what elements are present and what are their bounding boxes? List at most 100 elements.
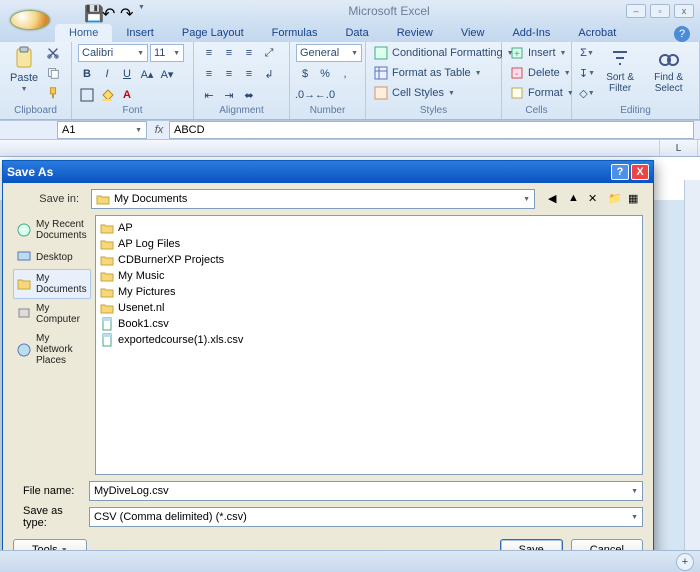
- delete-icon[interactable]: ✕: [587, 191, 603, 207]
- border-button[interactable]: [78, 86, 96, 104]
- find-select-button[interactable]: Find & Select: [644, 44, 693, 96]
- grow-font-button[interactable]: A▴: [138, 65, 156, 83]
- save-icon[interactable]: 💾: [84, 4, 98, 18]
- fill-button[interactable]: ↧▼: [578, 64, 596, 82]
- list-item[interactable]: My Pictures: [100, 284, 638, 300]
- copy-button[interactable]: [44, 64, 62, 82]
- delete-cells-button[interactable]: -Delete▼: [508, 64, 573, 82]
- font-size-combo[interactable]: 11▼: [150, 44, 184, 62]
- column-header[interactable]: L: [660, 140, 698, 156]
- folder-icon: [96, 192, 110, 206]
- app-title: Microsoft Excel: [152, 4, 626, 18]
- tab-insert[interactable]: Insert: [112, 24, 168, 42]
- back-icon[interactable]: ◀: [547, 191, 563, 207]
- redo-icon[interactable]: ↷: [120, 4, 134, 18]
- dialog-title-bar[interactable]: Save As ? X: [3, 161, 653, 183]
- font-color-button[interactable]: A: [118, 86, 136, 104]
- comma-button[interactable]: ,: [336, 65, 354, 83]
- list-item[interactable]: AP: [100, 220, 638, 236]
- tab-formulas[interactable]: Formulas: [258, 24, 332, 42]
- list-item[interactable]: Book1.csv: [100, 316, 638, 332]
- align-bottom-button[interactable]: ≡: [240, 44, 258, 62]
- office-button[interactable]: [10, 10, 50, 30]
- currency-button[interactable]: $: [296, 65, 314, 83]
- tab-acrobat[interactable]: Acrobat: [564, 24, 630, 42]
- shrink-font-button[interactable]: A▾: [158, 65, 176, 83]
- dialog-close-button[interactable]: X: [631, 164, 649, 180]
- underline-button[interactable]: U: [118, 65, 136, 83]
- increase-decimal-button[interactable]: .0→: [296, 86, 314, 104]
- font-name-combo[interactable]: Calibri▼: [78, 44, 148, 62]
- align-right-button[interactable]: ≡: [240, 65, 258, 83]
- conditional-formatting-button[interactable]: Conditional Formatting▼: [372, 44, 516, 62]
- wrap-text-button[interactable]: ↲: [260, 65, 278, 83]
- place-desktop[interactable]: Desktop: [13, 245, 91, 269]
- list-item[interactable]: CDBurnerXP Projects: [100, 252, 638, 268]
- align-left-button[interactable]: ≡: [200, 65, 218, 83]
- format-icon: [510, 86, 524, 100]
- folder-icon: [100, 301, 114, 315]
- increase-indent-button[interactable]: ⇥: [220, 86, 238, 104]
- place-documents[interactable]: My Documents: [13, 269, 91, 299]
- align-top-button[interactable]: ≡: [200, 44, 218, 62]
- qat-more-icon[interactable]: ▼: [138, 4, 152, 18]
- save-in-combo[interactable]: My Documents ▼: [91, 189, 535, 209]
- tab-review[interactable]: Review: [383, 24, 447, 42]
- place-recent[interactable]: My Recent Documents: [13, 215, 91, 245]
- file-name: Usenet.nl: [118, 302, 164, 314]
- formula-bar-row: A1▼ fx ABCD: [0, 120, 700, 140]
- views-icon[interactable]: ▦: [627, 191, 643, 207]
- restore-button[interactable]: ▫: [650, 4, 670, 18]
- format-painter-button[interactable]: [44, 84, 62, 102]
- align-middle-button[interactable]: ≡: [220, 44, 238, 62]
- save-type-combo[interactable]: CSV (Comma delimited) (*.csv)▼: [89, 507, 643, 527]
- italic-button[interactable]: I: [98, 65, 116, 83]
- fill-color-button[interactable]: [98, 86, 116, 104]
- paste-button[interactable]: Paste ▼: [6, 44, 42, 95]
- help-icon[interactable]: ?: [674, 26, 690, 42]
- file-name-field[interactable]: MyDiveLog.csv▼: [89, 481, 643, 501]
- tab-page-layout[interactable]: Page Layout: [168, 24, 258, 42]
- fx-icon[interactable]: fx: [149, 124, 169, 136]
- tab-data[interactable]: Data: [331, 24, 382, 42]
- format-cells-button[interactable]: Format▼: [508, 84, 576, 102]
- percent-button[interactable]: %: [316, 65, 334, 83]
- formula-bar[interactable]: ABCD: [169, 121, 694, 139]
- decrease-indent-button[interactable]: ⇤: [200, 86, 218, 104]
- zoom-in-icon[interactable]: +: [676, 553, 694, 571]
- up-icon[interactable]: ▲: [567, 191, 583, 207]
- name-box[interactable]: A1▼: [57, 121, 147, 139]
- clear-button[interactable]: ◇▼: [578, 84, 596, 102]
- close-button[interactable]: x: [674, 4, 694, 18]
- bold-button[interactable]: B: [78, 65, 96, 83]
- place-computer[interactable]: My Computer: [13, 299, 91, 329]
- list-item[interactable]: AP Log Files: [100, 236, 638, 252]
- cut-button[interactable]: [44, 44, 62, 62]
- insert-cells-button[interactable]: +Insert▼: [508, 44, 568, 62]
- merge-button[interactable]: ⬌: [240, 86, 258, 104]
- number-format-combo[interactable]: General▼: [296, 44, 362, 62]
- cell-styles-button[interactable]: Cell Styles▼: [372, 84, 457, 102]
- tab-view[interactable]: View: [447, 24, 499, 42]
- new-folder-icon[interactable]: 📁: [607, 191, 623, 207]
- sort-filter-button[interactable]: Sort & Filter: [598, 44, 642, 96]
- list-item[interactable]: My Music: [100, 268, 638, 284]
- list-item[interactable]: Usenet.nl: [100, 300, 638, 316]
- minimize-button[interactable]: –: [626, 4, 646, 18]
- dialog-help-button[interactable]: ?: [611, 164, 629, 180]
- decrease-decimal-button[interactable]: ←.0: [316, 86, 334, 104]
- align-center-button[interactable]: ≡: [220, 65, 238, 83]
- orientation-button[interactable]: ⤢: [260, 44, 278, 62]
- file-list[interactable]: APAP Log FilesCDBurnerXP ProjectsMy Musi…: [95, 215, 643, 475]
- list-item[interactable]: exportedcourse(1).xls.csv: [100, 332, 638, 348]
- undo-icon[interactable]: ↶: [102, 4, 116, 18]
- vertical-scrollbar[interactable]: [684, 180, 700, 550]
- place-network[interactable]: My Network Places: [13, 329, 91, 370]
- tab-home[interactable]: Home: [55, 24, 112, 42]
- tab-addins[interactable]: Add-Ins: [498, 24, 564, 42]
- autosum-button[interactable]: Σ▼: [578, 44, 596, 62]
- group-font: Calibri▼ 11▼ B I U A▴ A▾ A Font: [72, 42, 194, 119]
- scissors-icon: [46, 46, 60, 60]
- format-as-table-button[interactable]: Format as Table▼: [372, 64, 484, 82]
- file-name: exportedcourse(1).xls.csv: [118, 334, 243, 346]
